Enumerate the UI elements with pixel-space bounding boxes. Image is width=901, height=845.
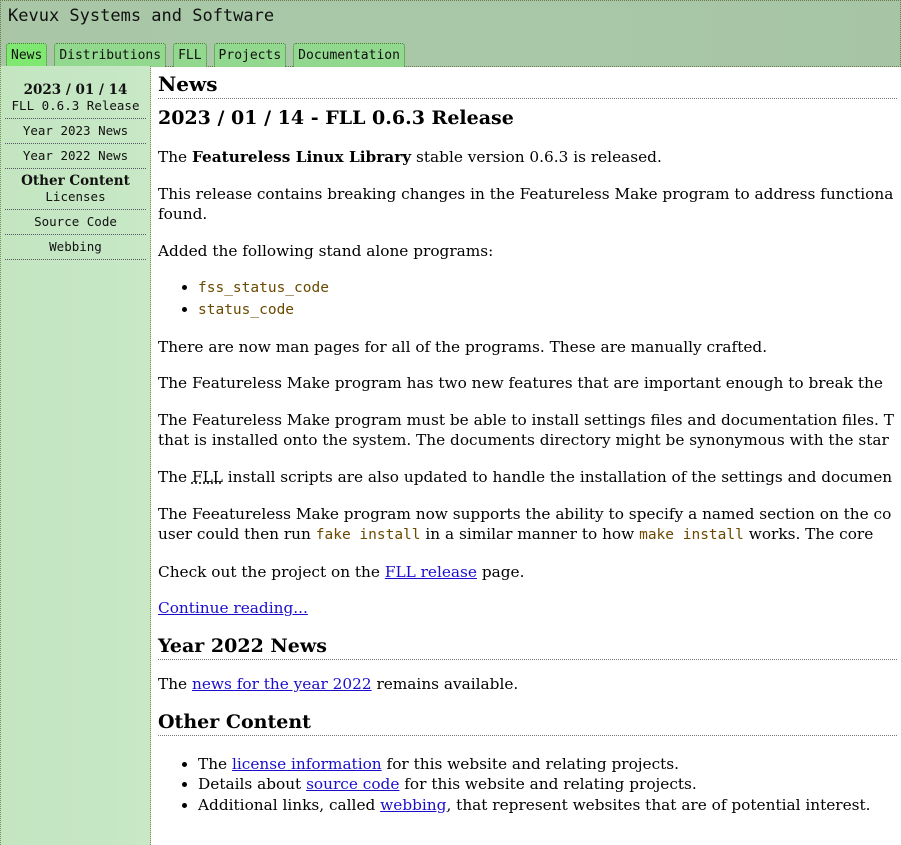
list-item: status_code [198, 299, 897, 321]
page-title: News [158, 70, 897, 99]
library-name: Featureless Linux Library [191, 148, 412, 166]
text-line: found. [158, 205, 208, 224]
text: The [158, 148, 192, 166]
paragraph: There are now man pages for all of the p… [158, 337, 768, 356]
sidebar-release-label: FLL 0.6.3 Release [11, 98, 140, 113]
news-2022-link[interactable]: news for the year 2022 [192, 675, 372, 693]
webbing-link[interactable]: webbing [380, 796, 446, 814]
text: The [158, 467, 192, 486]
sidebar-date: 2023 / 01 / 14 [23, 82, 128, 98]
program-name: fss_status_code [198, 280, 329, 297]
tab-projects[interactable]: Projects [213, 43, 287, 67]
text-line: The Featureless Make program must be abl… [158, 410, 894, 429]
paragraph: The Feeatureless Make program now suppor… [158, 504, 897, 546]
tab-documentation[interactable]: Documentation [293, 43, 405, 67]
sidebar-item-licenses[interactable]: Licenses [45, 189, 105, 204]
main-content: News 2023 / 01 / 14 - FLL 0.6.3 Release … [158, 0, 897, 845]
sidebar-other-heading: Other Content [21, 173, 130, 189]
fll-abbr: FLL [191, 467, 223, 486]
sidebar-item-source-code[interactable]: Source Code [5, 210, 146, 235]
nav-tabs: News Distributions FLL Projects Document… [6, 43, 405, 67]
paragraph: The Featureless Linux Library stable ver… [158, 147, 897, 168]
sidebar-item-year-2023[interactable]: Year 2023 News [5, 119, 146, 144]
paragraph: The news for the year 2022 remains avail… [158, 674, 519, 693]
year-2022-heading: Year 2022 News [158, 633, 897, 660]
paragraph: This release contains breaking changes i… [158, 184, 897, 225]
sidebar-item-webbing[interactable]: Webbing [5, 235, 146, 260]
fll-release-link[interactable]: FLL release [385, 563, 477, 581]
site-title: Kevux Systems and Software [8, 6, 275, 26]
other-content-list: The license information for this website… [158, 754, 897, 816]
text-line: that is installed onto the system. The d… [158, 431, 889, 450]
text-line: This release contains breaking changes i… [158, 184, 894, 203]
paragraph: Continue reading... [158, 598, 897, 619]
list-item: fss_status_code [198, 277, 897, 299]
license-link[interactable]: license information [232, 755, 382, 773]
other-content-heading: Other Content [158, 709, 897, 736]
list-item: Additional links, called webbing, that r… [198, 795, 897, 816]
list-item: The license information for this website… [198, 754, 897, 775]
text-line: The Feeatureless Make program now suppor… [158, 504, 892, 523]
list-item: Details about source code for this websi… [198, 774, 897, 795]
paragraph: Check out the project on the FLL release… [158, 562, 525, 581]
sidebar-group-other: Other Content Licenses [5, 169, 146, 210]
paragraph: The Featureless Make program has two new… [158, 374, 883, 393]
text-line: user could then run fake install in a si… [158, 525, 874, 544]
program-name: status_code [198, 301, 295, 318]
sidebar: 2023 / 01 / 14 FLL 0.6.3 Release Year 20… [0, 66, 151, 845]
text: install scripts are also updated to hand… [222, 467, 893, 486]
continue-reading-link[interactable]: Continue reading... [158, 599, 308, 617]
paragraph: The Featureless Make program must be abl… [158, 410, 897, 451]
article-title: 2023 / 01 / 14 - FLL 0.6.3 Release [158, 107, 514, 129]
inline-code: make install [639, 527, 744, 544]
source-code-link[interactable]: source code [306, 775, 399, 793]
tab-news[interactable]: News [6, 43, 48, 67]
sidebar-item-current-release[interactable]: 2023 / 01 / 14 FLL 0.6.3 Release [5, 66, 146, 119]
sidebar-item-year-2022[interactable]: Year 2022 News [5, 144, 146, 169]
program-list: fss_status_code status_code [158, 277, 897, 320]
text: stable version 0.6.3 is released. [411, 148, 662, 166]
inline-code: fake install [315, 527, 421, 544]
paragraph: Added the following stand alone programs… [158, 241, 494, 260]
tab-fll[interactable]: FLL [173, 43, 207, 67]
tab-distributions[interactable]: Distributions [54, 43, 167, 67]
paragraph: The FLL install scripts are also updated… [158, 467, 897, 488]
site-header: Kevux Systems and Software News Distribu… [0, 0, 901, 67]
